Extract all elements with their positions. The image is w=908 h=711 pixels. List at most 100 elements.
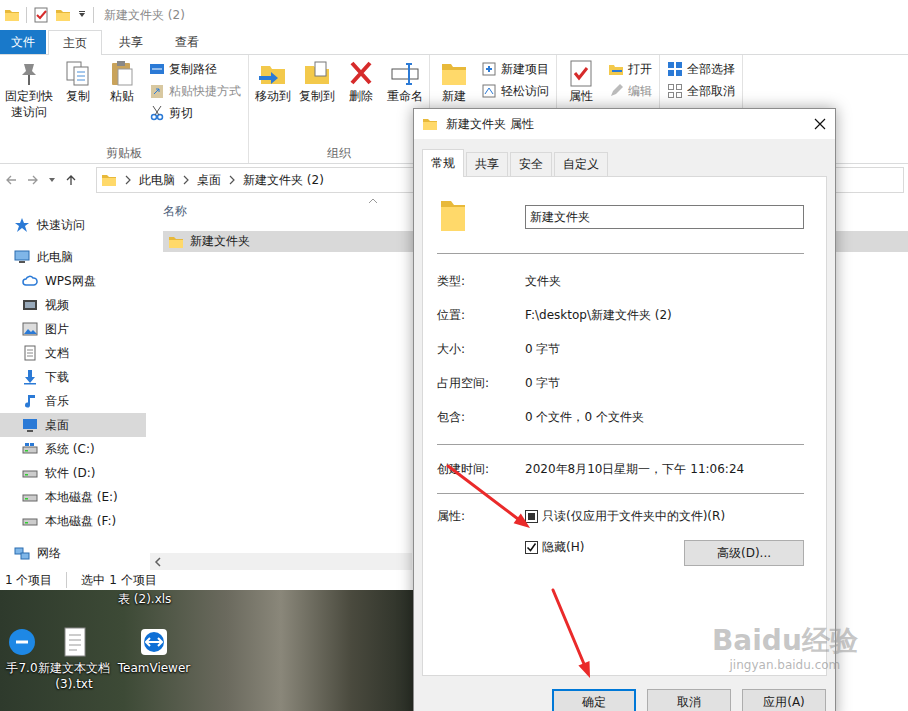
nav-item[interactable]: 下载 (0, 365, 146, 389)
info-row: 类型:文件夹 (437, 264, 804, 298)
created-row: 创建时间:2020年8月10日星期一，下午 11:06:24 (437, 455, 804, 483)
nav-item[interactable]: 本地磁盘 (F:) (0, 509, 146, 533)
nav-item[interactable]: 软件 (D:) (0, 461, 146, 485)
info-value: 0 个文件，0 个文件夹 (525, 409, 804, 426)
nav-item[interactable]: WPS网盘 (0, 269, 146, 293)
nav-label: 系统 (C:) (45, 441, 95, 458)
button-label: 复制路径 (169, 61, 217, 78)
ribbon-button[interactable]: 固定到快速访问 (3, 59, 55, 120)
dialog-tab[interactable]: 共享 (466, 152, 508, 176)
copy-to-icon (301, 59, 333, 89)
folder-icon (55, 8, 71, 22)
separator (437, 493, 804, 494)
dialog-button[interactable]: 确定 (552, 689, 636, 711)
nav-item[interactable]: 图片 (0, 317, 146, 341)
up-icon[interactable] (64, 173, 78, 187)
ribbon-button[interactable]: 新建 (433, 59, 475, 105)
info-row: 占用空间:0 字节 (437, 366, 804, 400)
nav-item[interactable]: 音乐 (0, 389, 146, 413)
drive-icon (22, 441, 38, 457)
nav-item[interactable]: 系统 (C:) (0, 437, 146, 461)
video-icon (22, 297, 38, 313)
info-row: 位置:F:\desktop\新建文件夹 (2) (437, 298, 804, 332)
move-to-icon (257, 59, 289, 89)
nav-label: WPS网盘 (45, 273, 96, 290)
ribbon-button[interactable]: 重命名 (384, 59, 426, 105)
horizontal-scrollbar[interactable] (150, 553, 412, 570)
advanced-button[interactable]: 高级(D)... (684, 540, 804, 566)
small-commands: 打开编辑 (604, 59, 656, 101)
music-icon (22, 393, 38, 409)
nav-item[interactable]: 快速访问 (0, 213, 146, 237)
checkbox[interactable] (525, 510, 538, 523)
close-icon[interactable] (805, 109, 835, 139)
ribbon-button[interactable]: 剪切 (149, 103, 241, 123)
back-icon[interactable] (4, 173, 18, 187)
nav-item[interactable]: 本地磁盘 (E:) (0, 485, 146, 509)
dialog-buttons: 确定取消应用(A) (414, 676, 835, 711)
group-label: 组织 (252, 145, 426, 163)
nav-label: 网络 (37, 545, 61, 562)
dialog-button[interactable]: 应用(A) (742, 689, 826, 711)
nav-item[interactable]: 此电脑 (0, 245, 146, 269)
nav-item[interactable]: 视频 (0, 293, 146, 317)
folder-icon (168, 235, 184, 249)
breadcrumb[interactable]: 桌面 (197, 172, 221, 189)
ribbon-button[interactable]: 删除 (340, 59, 382, 105)
command-area: 固定到快速访问复制粘贴 复制路径粘贴快捷方式剪切 (3, 55, 245, 145)
ribbon-button[interactable]: 全部选择 (667, 59, 735, 79)
recent-icon[interactable] (48, 176, 56, 184)
button-label: 移动到 (255, 89, 291, 105)
paste-icon (106, 59, 138, 89)
info-label: 占用空间: (437, 375, 525, 392)
app-icon (58, 626, 90, 658)
nav-label: 下载 (45, 369, 69, 386)
ribbon-button[interactable]: 粘贴 (101, 59, 143, 105)
ribbon-button[interactable]: 打开 (608, 59, 652, 79)
chevron-icon (123, 174, 133, 186)
forward-icon[interactable] (26, 173, 40, 187)
ribbon-button[interactable]: 新建项目 (481, 59, 549, 79)
dialog-tab[interactable]: 自定义 (554, 152, 608, 176)
dialog-tab[interactable]: 常规 (422, 149, 464, 177)
name-field[interactable]: 新建文件夹 (525, 205, 804, 229)
pin-icon (13, 59, 45, 89)
info-value: 0 字节 (525, 375, 804, 392)
item-count: 1 个项目 (5, 572, 52, 589)
dialog-button[interactable]: 取消 (647, 689, 731, 711)
image-icon (22, 321, 38, 337)
button-label: 轻松访问 (501, 83, 549, 100)
ribbon-button[interactable]: 粘贴快捷方式 (149, 81, 241, 101)
desktop-icon[interactable]: TeamViewer (116, 626, 192, 677)
info-label: 包含: (437, 409, 525, 426)
ribbon-group: 固定到快速访问复制粘贴复制路径粘贴快捷方式剪切剪贴板 (0, 55, 249, 163)
attribute-option[interactable]: 只读(仅应用于文件夹中的文件)(R) (525, 508, 804, 525)
desktop-icon[interactable]: 新建文本文档 (3).txt (36, 626, 112, 692)
ribbon-tab[interactable]: 主页 (48, 30, 102, 55)
dialog-tab[interactable]: 安全 (510, 152, 552, 176)
ribbon-button[interactable]: 复制 (57, 59, 99, 105)
nav-item[interactable]: 桌面 (0, 413, 146, 437)
app-icon (6, 626, 38, 658)
ribbon-tab[interactable]: 查看 (160, 30, 214, 54)
ribbon-tab[interactable]: 文件 (0, 30, 46, 54)
checkbox[interactable] (525, 541, 538, 554)
separator (66, 572, 67, 588)
ribbon-button[interactable]: 复制到 (296, 59, 338, 105)
ribbon-tabs: 文件主页共享查看 (0, 30, 908, 55)
file-name: 新建文件夹 (190, 233, 250, 250)
ribbon-button[interactable]: 编辑 (608, 81, 652, 101)
breadcrumb[interactable]: 新建文件夹 (2) (243, 172, 324, 189)
nav-item[interactable]: 文档 (0, 341, 146, 365)
ribbon-tab[interactable]: 共享 (104, 30, 158, 54)
nav-label: 文档 (45, 345, 69, 362)
ribbon-button[interactable]: 移动到 (252, 59, 294, 105)
ribbon-button[interactable]: 轻松访问 (481, 81, 549, 101)
nav-item[interactable]: 网络 (0, 541, 146, 565)
ribbon-button[interactable]: 全部取消 (667, 81, 735, 101)
ribbon-button[interactable]: 复制路径 (149, 59, 241, 79)
ribbon-button[interactable]: 属性 (560, 59, 602, 105)
breadcrumb[interactable]: 此电脑 (139, 172, 175, 189)
command-area: 移动到复制到删除重命名 (252, 55, 426, 145)
paste-shortcut-icon (149, 83, 165, 99)
